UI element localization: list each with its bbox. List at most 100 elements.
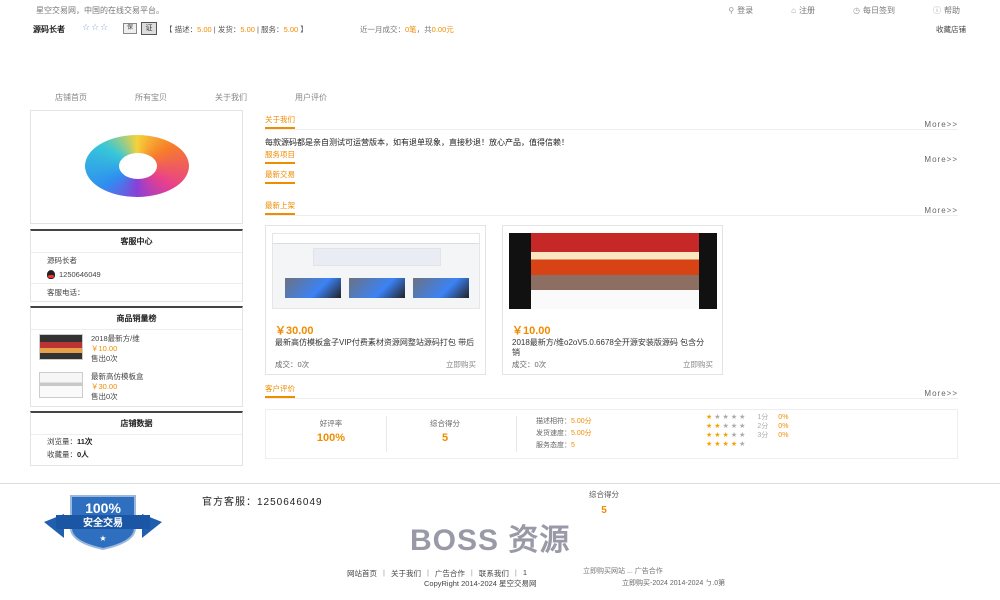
rank-item-price: ￥30.00 — [91, 382, 118, 391]
divider — [386, 416, 387, 452]
shop-name[interactable]: 源码长者 — [33, 24, 65, 35]
service-items-row: 服务项目 More>> — [265, 148, 958, 164]
buy-now-button[interactable]: 立即购买 — [446, 359, 476, 370]
rank-item-sold: 售出0次 — [91, 392, 118, 401]
separator: | — [383, 568, 385, 577]
new-title[interactable]: 最新上架 — [265, 200, 295, 215]
review-title[interactable]: 客户评价 — [265, 383, 295, 398]
login-label: 登录 — [737, 6, 754, 15]
rating-line: 发货速度：5.00分 — [536, 428, 592, 440]
product-deals: 成交：0次 — [275, 360, 310, 369]
tab-home[interactable]: 店铺首页 — [55, 92, 87, 103]
product-footer: 成交：0次 立即购买 — [512, 359, 713, 370]
guarantee-badge-icon: 保 — [123, 23, 137, 34]
new-header: 最新上架 More>> — [265, 198, 958, 216]
about-title[interactable]: 关于我们 — [265, 114, 295, 129]
recent-trades: 近一月成交：0笔，共0.00元 — [360, 24, 454, 35]
service-title: 客服中心 — [31, 231, 242, 253]
badge-number: 100% — [85, 500, 121, 516]
product-image[interactable] — [509, 233, 717, 309]
favorite-shop-button[interactable]: 收藏店铺 — [936, 24, 966, 35]
product-image[interactable] — [272, 233, 480, 309]
shop-bar: 源码长者 ☆☆☆ 保 证 【 描述：5.00 | 发货：5.00 | 服务：5.… — [0, 20, 1000, 36]
sidebar: 客服中心 源码长者 1250646049 客服电话： 商品销量榜 2018最新方… — [30, 110, 243, 466]
about-text: 每款源码都是亲自测试可运营版本，如有退单现象，直接秒退！放心产品，值得信赖！ — [265, 138, 569, 147]
star-row-label: 2分 — [757, 423, 769, 430]
rank-item-sold: 售出0次 — [91, 354, 118, 363]
desc-value: 5.00 — [197, 25, 212, 34]
footer-link-home[interactable]: 网站首页 — [347, 568, 377, 579]
service-items-title[interactable]: 服务项目 — [265, 149, 295, 164]
rating-line: 服务态度：5 — [536, 440, 592, 452]
more-link[interactable]: More>> — [924, 389, 958, 398]
rank-item-title[interactable]: 2018最新方/维 — [91, 334, 140, 344]
star-row-pct: 0% — [778, 414, 789, 421]
product-price: ￥30.00 — [275, 325, 314, 337]
product-thumbnail[interactable] — [39, 372, 83, 398]
star-row: ★★★★★ 3分 0% — [706, 431, 788, 440]
footer-link-about[interactable]: 关于我们 — [391, 568, 421, 579]
screenshot-thumb — [285, 278, 341, 298]
desc-label: 【 描述： — [165, 25, 198, 34]
favs-stat: 收藏量：0人 — [31, 448, 242, 461]
product-card[interactable]: ￥30.00 最新高仿模板盒子VIP付费素材资源网整站源码打包 带后 成交：0次… — [265, 225, 486, 375]
shop-ratings: 【 描述：5.00 | 发货：5.00 | 服务：5.00 】 — [165, 24, 308, 35]
views-stat: 浏览量：11次 — [31, 435, 242, 448]
register-link[interactable]: ⌂ 注册 — [791, 5, 815, 16]
service-phone: 客服电话： — [31, 283, 242, 301]
star-row-pct: 0% — [778, 423, 789, 430]
footer-divider — [0, 483, 1000, 484]
product-price: ￥10.00 — [512, 325, 551, 337]
star-rating-icon: ★★★★★ — [706, 432, 748, 439]
qq-number: 1250646049 — [59, 270, 101, 279]
list-item[interactable]: 最新高仿模板盒 ￥30.00 售出0次 — [31, 368, 242, 406]
ship-value: 5.00 — [240, 25, 255, 34]
star-rating-icon: ★★★★★ — [706, 423, 748, 430]
list-item[interactable]: 2018最新方/维 ￥10.00 售出0次 — [31, 330, 242, 368]
user-icon: ⚲ — [728, 6, 735, 15]
certified-badge-icon: 证 — [141, 22, 157, 35]
shop-logo-box — [30, 110, 243, 224]
tab-about[interactable]: 关于我们 — [215, 92, 247, 103]
latest-trade-row: 最新交易 — [265, 168, 958, 184]
help-label: 帮助 — [944, 6, 960, 15]
views-label: 浏览量： — [47, 437, 77, 446]
footer-score-value: 5 — [601, 505, 607, 516]
product-deals: 成交：0次 — [512, 360, 547, 369]
rank-item-title[interactable]: 最新高仿模板盒 — [91, 372, 144, 382]
tab-reviews[interactable]: 用户评价 — [295, 92, 327, 103]
signin-link[interactable]: ◷ 每日签到 — [853, 5, 895, 16]
more-link[interactable]: More>> — [924, 155, 958, 164]
service-qq[interactable]: 1250646049 — [31, 268, 242, 281]
good-rate-label: 好评率 — [319, 419, 343, 428]
product-title[interactable]: 最新高仿模板盒子VIP付费素材资源网整站源码打包 带后 — [275, 338, 475, 348]
score-label: 综合得分 — [430, 419, 460, 428]
top-links: ⚲ 登录 ⌂ 注册 ◷ 每日签到 ⓘ 帮助 — [728, 5, 960, 16]
good-rate-value: 100% — [316, 432, 346, 444]
svc-value: 5.00 — [283, 25, 299, 34]
login-link[interactable]: ⚲ 登录 — [728, 5, 753, 16]
buy-now-button[interactable]: 立即购买 — [683, 359, 713, 370]
tab-all-items[interactable]: 所有宝贝 — [135, 92, 167, 103]
ship-label: | 发货： — [211, 25, 241, 34]
views-value: 11次 — [77, 437, 93, 446]
service-name: 源码长者 — [47, 256, 77, 265]
star-rating-icon: ★★★★★ — [706, 441, 748, 448]
copyright-ghost: 立即购买-2024 2014-2024 ㄅ.0第 — [622, 580, 726, 587]
watermark: BOSS 资源 — [410, 524, 571, 557]
help-link[interactable]: ⓘ 帮助 — [933, 5, 960, 16]
product-card[interactable]: ￥10.00 2018最新方/维o2oV5.0.6678全开源安装版源码 包含分… — [502, 225, 723, 375]
rating-line-label: 服务态度： — [536, 442, 571, 449]
product-title[interactable]: 2018最新方/维o2oV5.0.6678全开源安装版源码 包含分销 — [512, 338, 712, 358]
footer-score-label: 综合得分 — [589, 490, 619, 499]
overall-score: 综合得分 5 — [410, 418, 480, 444]
recent-count: 0笔 — [405, 25, 417, 34]
recent-sep: ，共 — [416, 25, 432, 34]
more-link[interactable]: More>> — [924, 120, 958, 129]
product-thumbnail[interactable] — [39, 334, 83, 360]
screenshot-thumb — [413, 278, 469, 298]
latest-trade-title[interactable]: 最新交易 — [265, 169, 295, 184]
more-link[interactable]: More>> — [924, 206, 958, 215]
official-service: 官方客服：1250646049 — [202, 497, 323, 508]
signin-label: 每日签到 — [863, 6, 895, 15]
